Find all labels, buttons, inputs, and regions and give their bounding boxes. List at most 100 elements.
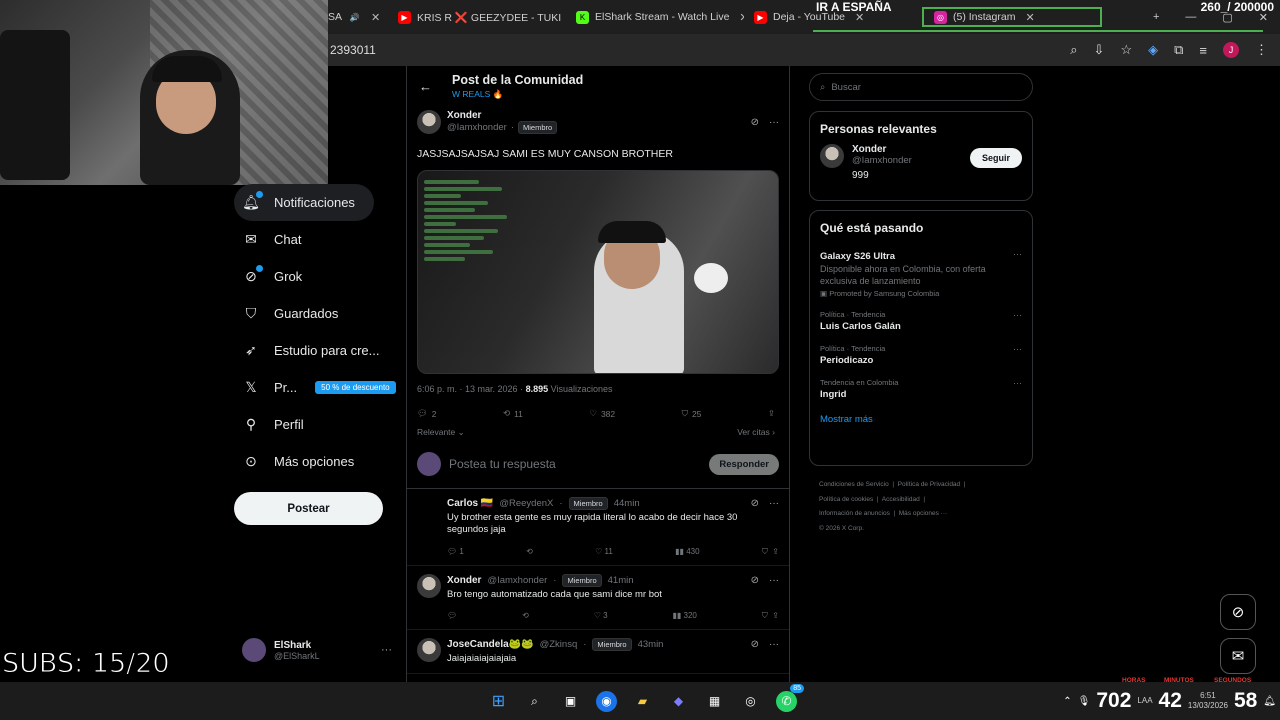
post-author[interactable]: Xonder: [447, 110, 557, 121]
more-icon[interactable]: ···: [769, 639, 779, 650]
chevron-up-icon[interactable]: ⌃: [1063, 696, 1071, 707]
more-icon[interactable]: ···: [769, 117, 779, 128]
trend-item[interactable]: Política · Tendencia Luis Carlos Galán ·…: [810, 304, 1032, 338]
person-name[interactable]: Xonder: [852, 144, 912, 155]
more-icon[interactable]: ···: [1013, 310, 1022, 320]
search-icon[interactable]: ⌕: [524, 691, 545, 712]
grok-icon[interactable]: ⊘: [751, 498, 759, 509]
browser-tab[interactable]: ◎ (5) Instagram ✕: [922, 7, 1102, 27]
reply-time[interactable]: 43min: [638, 639, 664, 650]
repost-icon[interactable]: ⟲: [522, 611, 529, 621]
footer-link[interactable]: Política de Privacidad: [898, 481, 961, 488]
reply-time[interactable]: 44min: [614, 498, 640, 509]
post-media[interactable]: [417, 170, 779, 374]
more-icon[interactable]: ···: [1013, 378, 1022, 388]
zoom-icon[interactable]: ⌕: [1070, 42, 1077, 58]
notification-bell-icon[interactable]: 🔔︎: [1263, 696, 1276, 707]
post-time[interactable]: 6:06 p. m. · 13 mar. 2026 ·: [417, 384, 523, 394]
share-icon[interactable]: ⇪: [772, 547, 779, 556]
install-icon[interactable]: ⇩: [1094, 42, 1105, 58]
sidebar-item-profile[interactable]: ⚲ Perfil: [234, 406, 404, 443]
sidebar-item-bookmarks[interactable]: ⛉ Guardados: [234, 295, 404, 332]
reply-action[interactable]: 💬︎ 1: [447, 547, 464, 557]
browser-tab[interactable]: K ElShark Stream - Watch Live ✕: [566, 4, 744, 30]
more-icon[interactable]: ···: [1013, 249, 1022, 259]
avatar[interactable]: [417, 638, 441, 663]
close-icon[interactable]: ✕: [1025, 11, 1034, 24]
puzzle-icon[interactable]: ⧉: [1174, 42, 1183, 58]
clock[interactable]: 6:51 13/03/2026: [1188, 691, 1228, 710]
views-action[interactable]: ▮▮ 430: [675, 547, 699, 557]
reply-author[interactable]: Xonder: [447, 575, 481, 586]
reply-input[interactable]: Postea tu respuesta: [449, 457, 556, 471]
app-icon[interactable]: ▦: [704, 691, 725, 712]
reply-handle[interactable]: @ReeydenX: [499, 498, 553, 509]
bookmark-icon[interactable]: ⛉: [762, 547, 768, 556]
like-action[interactable]: ♡ 11: [595, 547, 613, 557]
add-tab-icon[interactable]: +: [1153, 11, 1159, 24]
footer-link[interactable]: Información de anuncios: [819, 510, 890, 517]
repost-action[interactable]: ⟲ 11: [503, 408, 523, 419]
windows-start-icon[interactable]: ⊞: [488, 691, 509, 712]
browser-tab[interactable]: SA 🔊 ✕: [328, 4, 388, 30]
grok-icon[interactable]: ⊘: [751, 639, 759, 650]
post-button[interactable]: Postear: [234, 492, 383, 525]
show-more-link[interactable]: Mostrar más: [810, 406, 1032, 437]
sidebar-item-studio[interactable]: ➶ Estudio para cre...: [234, 332, 404, 369]
back-arrow-icon[interactable]: ←: [419, 79, 432, 94]
chrome-icon[interactable]: ◉: [596, 690, 617, 712]
sidebar-item-chat[interactable]: ✉ Chat: [234, 221, 404, 258]
language-indicator[interactable]: LAA: [1137, 696, 1152, 706]
sort-dropdown[interactable]: Relevante ⌄: [417, 427, 465, 438]
account-switcher[interactable]: ElShark @ElSharkL ···: [242, 638, 392, 662]
grok-icon[interactable]: ⊘: [751, 575, 759, 586]
share-icon[interactable]: ⇪: [768, 408, 775, 419]
more-icon[interactable]: ···: [769, 575, 779, 586]
more-icon[interactable]: ···: [381, 644, 392, 656]
sidebar-item-more[interactable]: ⊙ Más opciones: [234, 443, 404, 480]
sidebar-item-notifications[interactable]: 🔔︎ Notificaciones: [234, 184, 374, 221]
avatar[interactable]: [820, 144, 844, 168]
steam-icon[interactable]: ◎: [740, 691, 761, 712]
profile-avatar[interactable]: J: [1223, 42, 1239, 58]
star-icon[interactable]: ☆: [1120, 42, 1132, 58]
reply-handle[interactable]: @Iamxhonder: [487, 575, 547, 586]
media-icon[interactable]: ≡: [1199, 43, 1207, 58]
view-quotes-link[interactable]: Ver citas ›: [737, 427, 775, 438]
app-icon[interactable]: ◆: [668, 691, 689, 712]
reply-icon[interactable]: 💬︎: [447, 611, 457, 621]
reply-author[interactable]: JoseCandela🐸🐸: [447, 639, 534, 650]
task-view-icon[interactable]: ▣: [560, 691, 581, 712]
bookmark-action[interactable]: ⛉ 25: [682, 408, 702, 419]
post-handle[interactable]: @Iamxhonder: [447, 122, 507, 133]
avatar[interactable]: [417, 497, 441, 521]
reply-button[interactable]: Responder: [709, 453, 779, 475]
trend-item[interactable]: Galaxy S26 Ultra Disponible ahora en Col…: [810, 243, 1032, 304]
repost-icon[interactable]: ⟲: [526, 547, 533, 557]
footer-link[interactable]: Condiciones de Servicio: [819, 481, 889, 488]
search-input[interactable]: ⌕ Buscar: [809, 73, 1033, 101]
like-action[interactable]: ♡ 382: [589, 408, 615, 419]
community-name[interactable]: W REALS 🔥: [452, 89, 583, 100]
messages-fab[interactable]: ✉: [1220, 638, 1256, 674]
reply-time[interactable]: 41min: [608, 575, 634, 586]
footer-link[interactable]: Política de cookies: [819, 496, 873, 503]
sidebar-item-premium[interactable]: 𝕏 Pr... 50 % de descuento: [234, 369, 404, 406]
extension-icon[interactable]: ◈: [1148, 42, 1158, 58]
reply-item[interactable]: JoseCandela🐸🐸 @Zkinsq · Miembro 43min ⊘ ·…: [407, 630, 789, 675]
like-action[interactable]: ♡ 3: [594, 611, 608, 621]
menu-icon[interactable]: ⋮: [1255, 42, 1268, 58]
avatar[interactable]: [417, 573, 441, 598]
grok-fab[interactable]: ⊘: [1220, 594, 1256, 630]
reply-item[interactable]: Xonder @Iamxhonder · Miembro 41min ⊘ ··· …: [407, 566, 789, 631]
reply-handle[interactable]: @Zkinsq: [540, 639, 578, 650]
whatsapp-icon[interactable]: ✆ 85: [776, 683, 804, 712]
relevant-person[interactable]: Xonder @Iamxhonder 999 Seguir: [810, 144, 1032, 191]
share-icon[interactable]: ⇪: [772, 611, 779, 620]
folder-icon[interactable]: ▰: [632, 691, 653, 712]
sidebar-item-grok[interactable]: ⊘ Grok: [234, 258, 404, 295]
footer-link[interactable]: Más opciones ···: [899, 510, 947, 517]
avatar[interactable]: [417, 110, 441, 134]
grok-icon[interactable]: ⊘: [751, 117, 759, 128]
reply-author[interactable]: Carlos 🇨🇴: [447, 498, 493, 509]
